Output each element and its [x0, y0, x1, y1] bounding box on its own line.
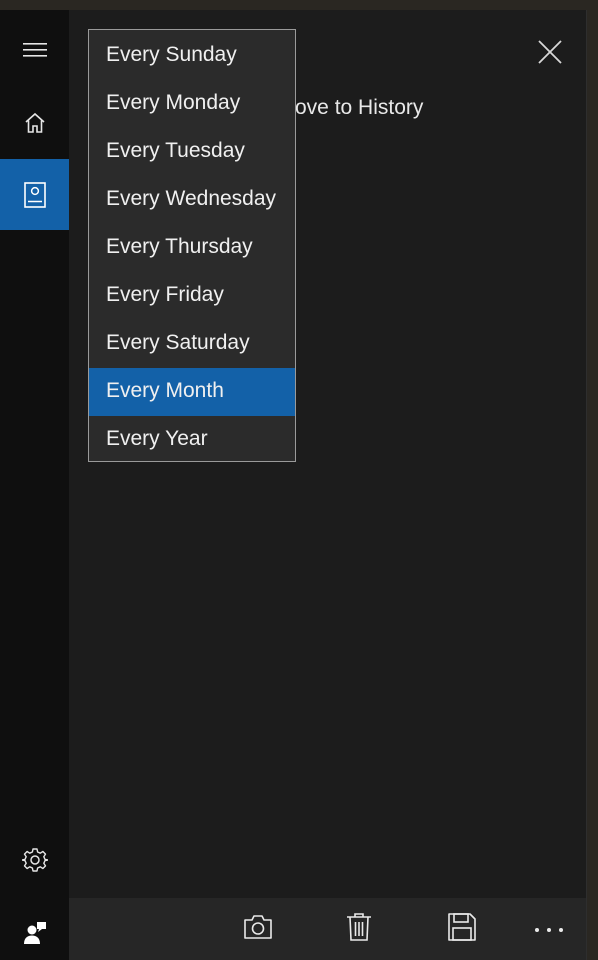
rail-item-home[interactable]: [0, 93, 69, 153]
more-button[interactable]: [521, 898, 577, 960]
dropdown-option[interactable]: Every Month: [89, 368, 295, 416]
delete-button[interactable]: [331, 898, 387, 960]
save-icon: [448, 912, 476, 946]
rail-item-settings[interactable]: [0, 830, 69, 890]
close-button[interactable]: [532, 36, 568, 72]
hamburger-icon: [22, 43, 47, 57]
rail-item-feedback[interactable]: [0, 903, 69, 960]
notebook-icon: [23, 181, 47, 208]
desktop-background: ove to History Every Sunday Every Monday…: [0, 0, 598, 960]
trash-icon: [346, 912, 372, 947]
hamburger-menu-button[interactable]: [0, 20, 69, 80]
dropdown-option[interactable]: Every Year: [89, 416, 295, 464]
camera-button[interactable]: [230, 898, 286, 960]
more-icon: [534, 920, 564, 938]
save-button[interactable]: [434, 898, 490, 960]
home-icon: [23, 111, 47, 135]
camera-icon: [243, 914, 273, 945]
feedback-person-icon: [23, 921, 47, 945]
dropdown-option[interactable]: Every Saturday: [89, 320, 295, 368]
dropdown-option[interactable]: Every Thursday: [89, 224, 295, 272]
recurrence-dropdown[interactable]: Every Sunday Every Monday Every Tuesday Eve…: [88, 29, 296, 462]
command-bar: [69, 898, 586, 960]
rail-item-notebook[interactable]: [0, 159, 69, 230]
dropdown-option[interactable]: Every Tuesday: [89, 128, 295, 176]
dropdown-option[interactable]: Every Friday: [89, 272, 295, 320]
close-icon: [538, 39, 562, 69]
gear-icon: [21, 847, 48, 873]
history-option-text[interactable]: ove to History: [295, 96, 423, 120]
dropdown-option[interactable]: Every Sunday: [89, 32, 295, 80]
navigation-rail: [0, 10, 69, 960]
dropdown-option[interactable]: Every Wednesday: [89, 176, 295, 224]
dropdown-option[interactable]: Every Monday: [89, 80, 295, 128]
